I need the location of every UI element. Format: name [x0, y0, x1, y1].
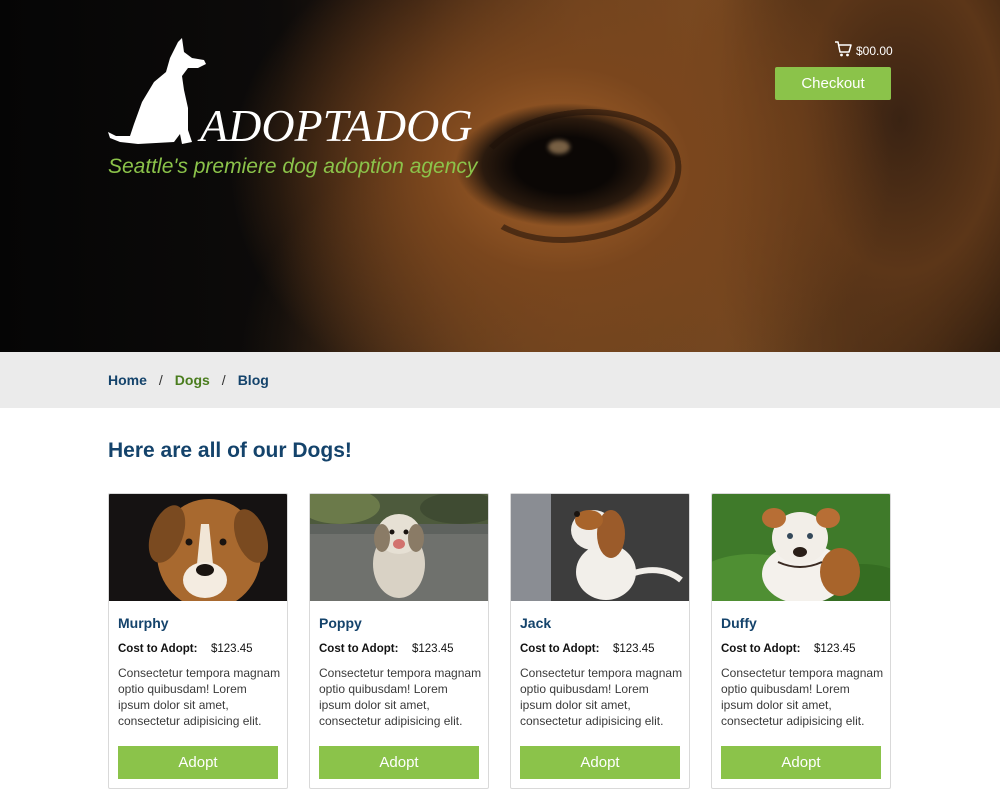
dog-eye-highlight	[548, 140, 570, 154]
dog-name: Poppy	[319, 615, 362, 631]
adopt-button[interactable]: Adopt	[721, 746, 881, 779]
cost-value: $123.45	[412, 643, 454, 655]
breadcrumb-separator: /	[221, 372, 226, 388]
cost-value: $123.45	[613, 643, 655, 655]
dog-photo	[511, 494, 689, 601]
dog-card: Jack Cost to Adopt: $123.45 Consectetur …	[510, 493, 690, 789]
adopt-button[interactable]: Adopt	[319, 746, 479, 779]
hero-banner: ADOPTADOG Seattle's premiere dog adoptio…	[0, 0, 1000, 352]
adoption-cost: Cost to Adopt: $123.45	[118, 641, 283, 657]
adoption-cost: Cost to Adopt: $123.45	[319, 641, 484, 657]
breadcrumb-bar: Home / Dogs / Blog	[0, 352, 1000, 408]
sitting-dog-silhouette-icon	[108, 38, 206, 144]
adopt-button[interactable]: Adopt	[118, 746, 278, 779]
dog-description: Consectetur tempora magnam optio quibusd…	[520, 666, 683, 728]
dog-description: Consectetur tempora magnam optio quibusd…	[319, 666, 482, 728]
dog-card: Duffy Cost to Adopt: $123.45 Consectetur…	[711, 493, 891, 789]
cost-label: Cost to Adopt:	[118, 643, 198, 655]
breadcrumb: Home / Dogs / Blog	[108, 352, 269, 408]
logo-wordmark: ADOPTADOG	[200, 100, 473, 151]
breadcrumb-home-link[interactable]: Home	[108, 372, 147, 388]
dog-name: Jack	[520, 615, 552, 631]
site-logo[interactable]: ADOPTADOG Seattle's premiere dog adoptio…	[108, 38, 508, 188]
breadcrumb-blog-link[interactable]: Blog	[238, 372, 269, 388]
page-heading: Here are all of our Dogs!	[108, 439, 352, 462]
shopping-cart-icon	[835, 41, 852, 57]
cart-amount: $00.00	[856, 44, 893, 58]
dog-photo	[712, 494, 890, 601]
dog-card: Murphy Cost to Adopt: $123.45 Consectetu…	[108, 493, 288, 789]
dog-name: Duffy	[721, 615, 757, 631]
cost-label: Cost to Adopt:	[520, 643, 600, 655]
tagline: Seattle's premiere dog adoption agency	[108, 155, 478, 178]
cart-summary[interactable]: $00.00	[834, 38, 893, 60]
adoption-cost: Cost to Adopt: $123.45	[520, 641, 685, 657]
cost-label: Cost to Adopt:	[319, 643, 399, 655]
dog-description: Consectetur tempora magnam optio quibusd…	[721, 666, 884, 728]
dog-photo	[109, 494, 287, 601]
dog-card-grid: Murphy Cost to Adopt: $123.45 Consectetu…	[108, 493, 892, 793]
adopt-button[interactable]: Adopt	[520, 746, 680, 779]
dog-card: Poppy Cost to Adopt: $123.45 Consectetur…	[309, 493, 489, 789]
adoption-cost: Cost to Adopt: $123.45	[721, 641, 886, 657]
cost-value: $123.45	[814, 643, 856, 655]
dog-name: Murphy	[118, 615, 169, 631]
dog-description: Consectetur tempora magnam optio quibusd…	[118, 666, 281, 728]
cost-value: $123.45	[211, 643, 253, 655]
breadcrumb-dogs-link[interactable]: Dogs	[175, 372, 210, 388]
cost-label: Cost to Adopt:	[721, 643, 801, 655]
dog-photo	[310, 494, 488, 601]
checkout-button[interactable]: Checkout	[775, 67, 891, 100]
breadcrumb-separator: /	[158, 372, 163, 388]
